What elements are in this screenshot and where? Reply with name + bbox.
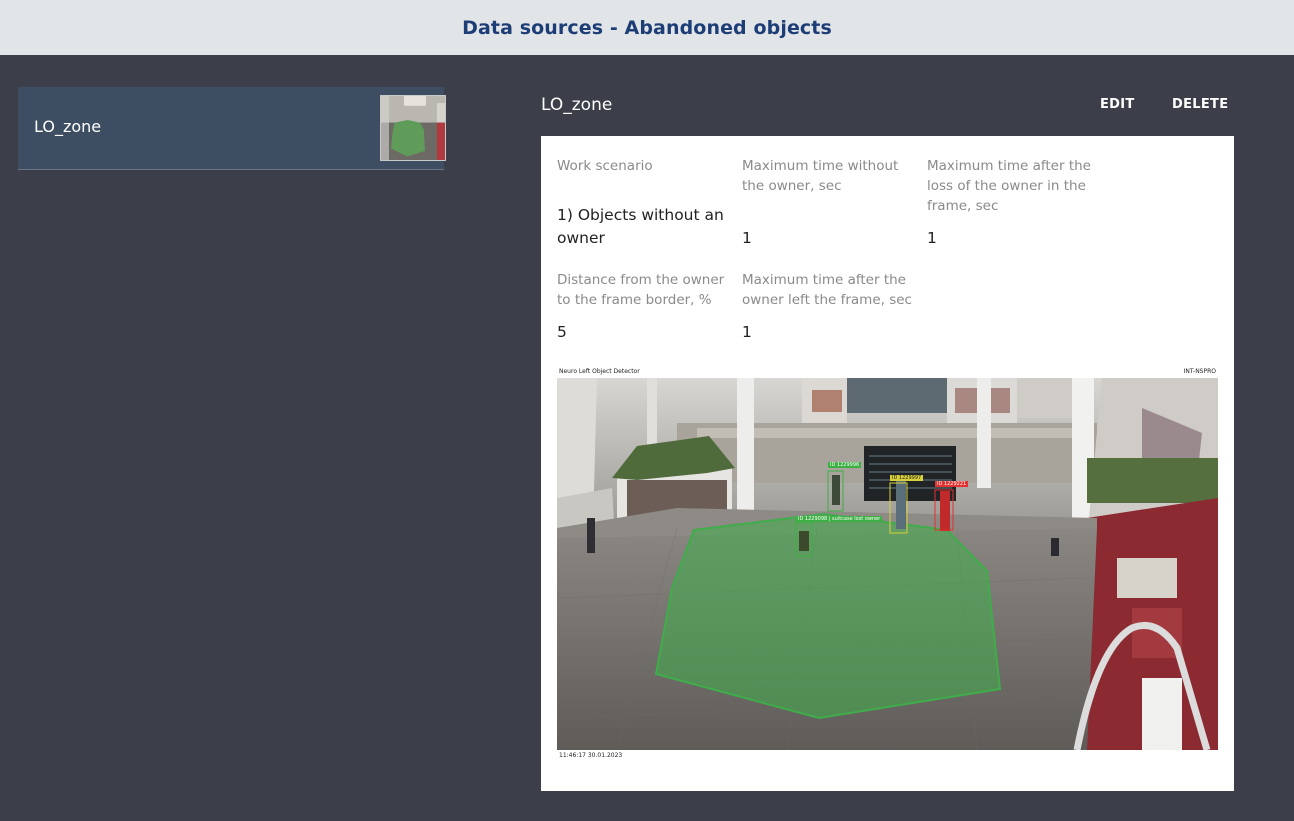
camera-timestamp: 11:46:17 30.01.2023: [559, 752, 623, 759]
detection-label: ID 1229221: [935, 481, 969, 487]
max-time-without-owner-label: Maximum time without the owner, sec: [742, 158, 899, 194]
work-scenario-label: Work scenario: [557, 158, 653, 174]
detection-label: ID 1229098 | suitcase lost owner: [796, 516, 883, 522]
source-name: LO_zone: [34, 117, 102, 136]
camera-caption-right: INT-NSPRO: [1183, 368, 1216, 375]
camera-frame-image: ID 1229996 ID 1229997 ID 1229221 ID 1229…: [557, 378, 1218, 750]
detection-label: ID 1229997: [890, 475, 924, 481]
max-time-after-loss-value: 1: [927, 229, 937, 247]
edit-button[interactable]: EDIT: [1100, 97, 1135, 112]
detection-label: ID 1229996: [828, 462, 862, 468]
max-time-after-loss-label: Maximum time after the loss of the owner…: [927, 158, 1091, 214]
max-time-owner-left-value: 1: [742, 323, 752, 341]
distance-to-border-label: Distance from the owner to the frame bor…: [557, 272, 725, 308]
distance-to-border-value: 5: [557, 323, 567, 341]
detail-title: LO_zone: [541, 95, 613, 115]
camera-caption-left: Neuro Left Object Detector: [559, 368, 640, 375]
source-thumbnail: [380, 95, 446, 161]
top-header: Data sources - Abandoned objects: [0, 0, 1294, 55]
max-time-owner-left-label: Maximum time after the owner left the fr…: [742, 272, 912, 308]
page-title: Data sources - Abandoned objects: [462, 16, 832, 39]
camera-preview: Neuro Left Object Detector INT-NSPRO ID …: [557, 368, 1218, 760]
source-list-item[interactable]: LO_zone: [18, 87, 446, 170]
delete-button[interactable]: DELETE: [1172, 97, 1228, 112]
max-time-without-owner-value: 1: [742, 229, 752, 247]
work-scenario-value: 1) Objects without an owner: [557, 206, 724, 247]
detail-panel: Work scenario 1) Objects without an owne…: [541, 136, 1234, 791]
